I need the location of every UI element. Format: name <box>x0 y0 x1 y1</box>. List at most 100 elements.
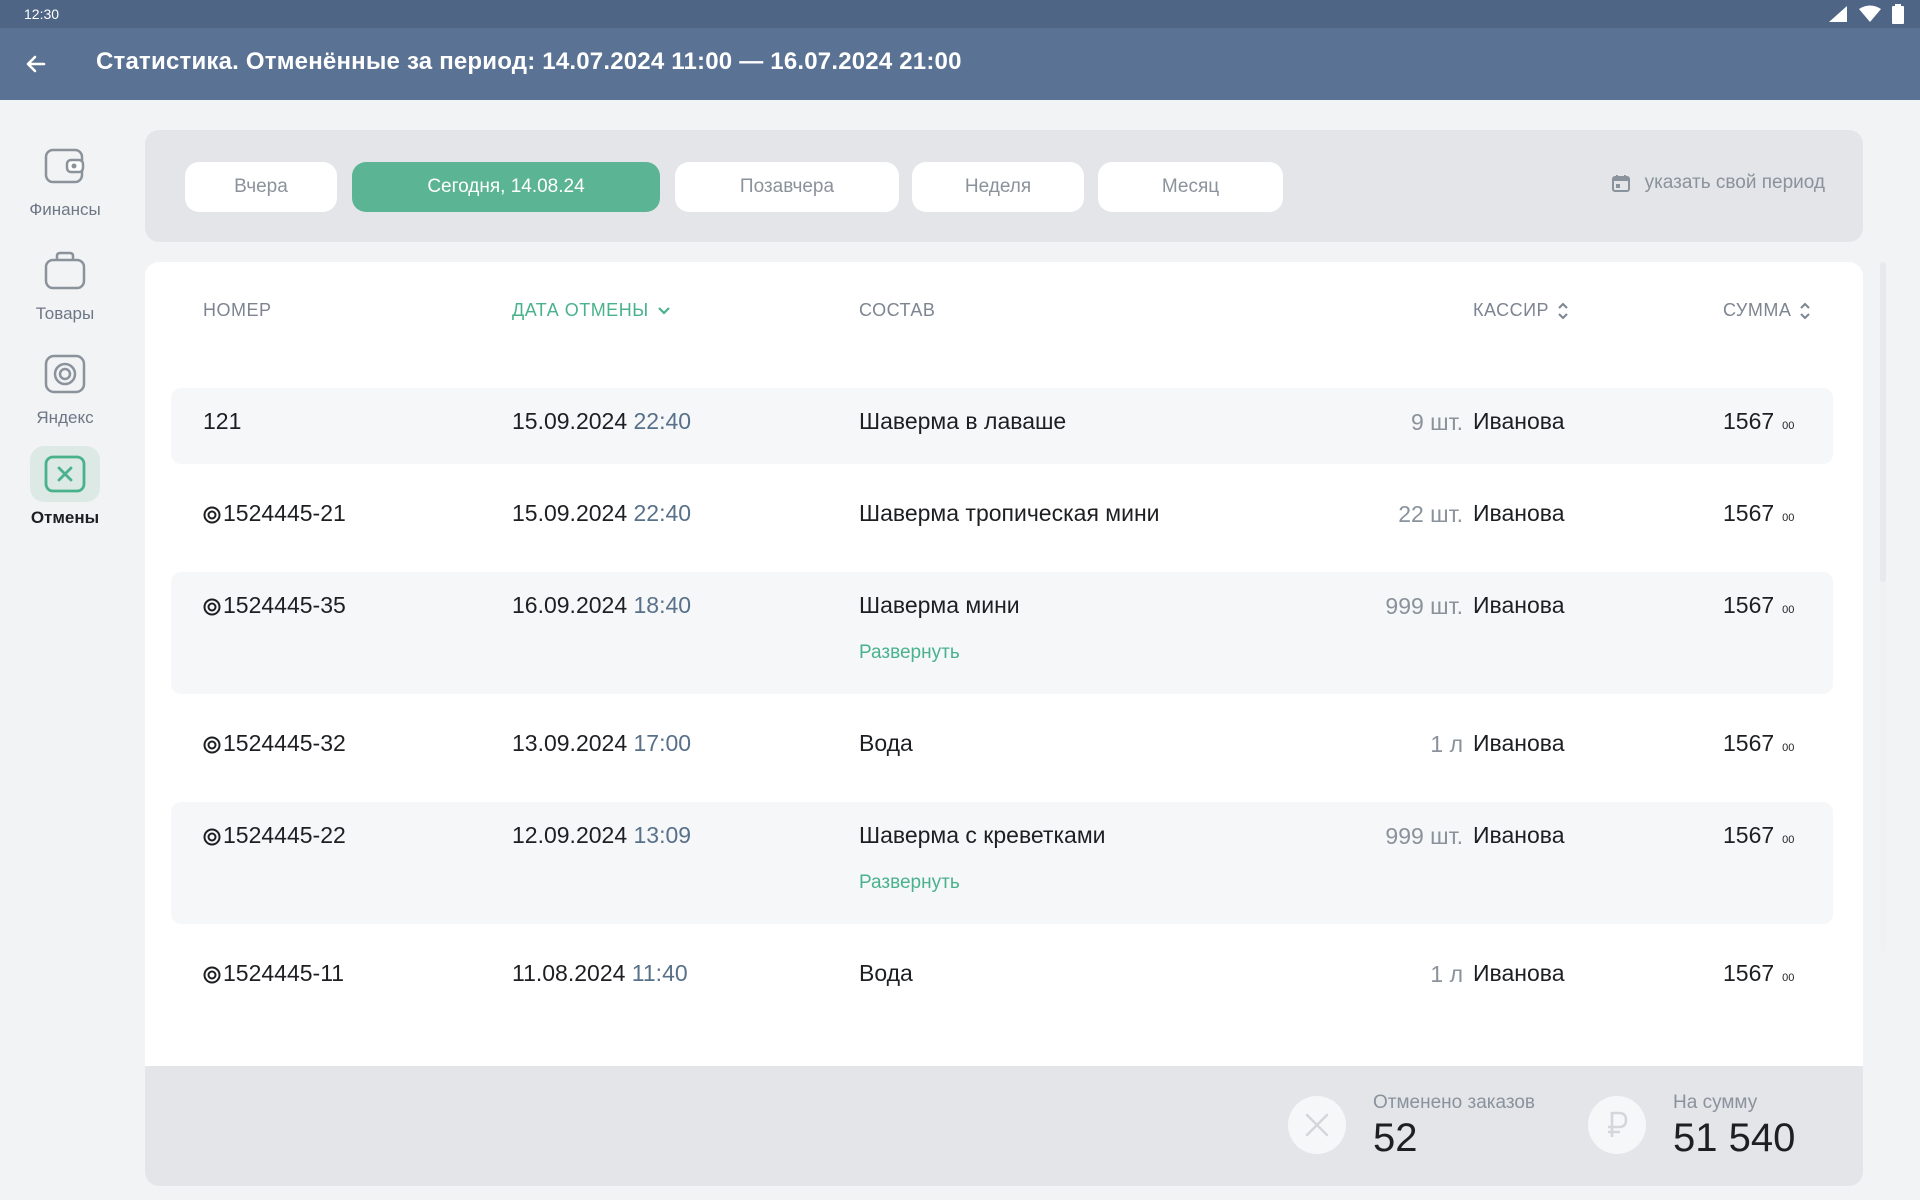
item-name: Шаверма мини <box>859 592 1020 618</box>
page-title: Статистика. Отменённые за период: 14.07.… <box>96 48 962 75</box>
order-number: 1524445-32 <box>203 730 346 757</box>
order-number: 1524445-11 <box>203 960 344 987</box>
sidebar-item-cancellations[interactable]: Отмены <box>20 446 110 528</box>
ruble-icon <box>1608 1111 1628 1137</box>
cancel-datetime: 13.09.2024 17:00 <box>512 730 691 757</box>
order-sum-kop: 00 <box>1782 420 1795 432</box>
header-items-label: СОСТАВ <box>859 300 936 320</box>
sidebar-item-yandex[interactable]: Яндекс <box>20 346 110 428</box>
order-sum: 1567 00 <box>1723 408 1794 435</box>
table-row[interactable]: 1524445-32 13.09.2024 17:00 Вода 1 л Иванова… <box>171 710 1833 786</box>
yandex-order-icon <box>203 736 221 754</box>
item-quantity: 999 шт. <box>1385 823 1463 849</box>
yandex-order-icon <box>203 828 221 846</box>
order-number: 1524445-35 <box>203 592 346 619</box>
cancel-time: 22:40 <box>633 500 692 526</box>
order-sum: 1567 00 <box>1723 592 1794 619</box>
cancel-datetime: 15.09.2024 22:40 <box>512 500 691 527</box>
item-name: Шаверма в лаваше <box>859 408 1067 434</box>
yandex-order-icon <box>203 506 221 524</box>
sidebar-item-label: Товары <box>35 304 95 323</box>
table-row[interactable]: 1524445-22 12.09.2024 13:09 Шаверма с крев… <box>171 802 1833 924</box>
expand-link[interactable]: Развернуть <box>859 872 960 894</box>
item-quantity: 1 л <box>1430 961 1463 987</box>
cancel-date: 15.09.2024 <box>512 408 628 434</box>
chip-yesterday[interactable]: Вчера <box>185 162 337 212</box>
header-sum-sort[interactable]: СУММА <box>1723 300 1811 321</box>
yandex-order-icon <box>203 598 221 616</box>
calendar-icon <box>1611 175 1630 192</box>
chevron-down-icon <box>657 306 670 315</box>
cancelled-count-label: Отменено заказов <box>1373 1092 1536 1113</box>
order-number: 1524445-21 <box>203 500 346 527</box>
bag-icon <box>44 251 86 290</box>
sidebar-icon-wrap <box>30 242 100 298</box>
chip-month[interactable]: Месяц <box>1098 162 1283 212</box>
cancel-time: 18:40 <box>633 592 692 618</box>
sidebar-icon-wrap <box>30 346 100 402</box>
chip-day-before-yesterday[interactable]: Позавчера <box>675 162 899 212</box>
cashier-name: Иванова <box>1473 592 1565 618</box>
order-sum: 1567 00 <box>1723 730 1794 757</box>
header-date-label: ДАТА ОТМЕНЫ <box>512 300 649 320</box>
table-header: НОМЕР ДАТА ОТМЕНЫ СОСТАВ КАССИР СУММА <box>145 262 1863 362</box>
cancel-time: 22:40 <box>633 408 692 434</box>
cashier-name: Иванова <box>1473 408 1565 434</box>
order-sum: 1567 00 <box>1723 822 1794 849</box>
chip-today[interactable]: Сегодня, 14.08.24 <box>352 162 660 212</box>
item-quantity: 1 л <box>1430 731 1463 757</box>
order-number-text: 1524445-35 <box>223 592 346 618</box>
cancel-date: 15.09.2024 <box>512 500 628 526</box>
header-cashier-sort[interactable]: КАССИР <box>1473 300 1569 321</box>
order-sum-kop: 00 <box>1782 742 1795 754</box>
cashier-name: Иванова <box>1473 500 1565 526</box>
cancelled-icon-circle <box>1288 1096 1346 1154</box>
order-number-text: 1524445-11 <box>223 960 345 986</box>
order-number-text: 1524445-22 <box>223 822 346 848</box>
order-sum-kop: 00 <box>1782 512 1795 524</box>
app-bar: Статистика. Отменённые за период: 14.07.… <box>0 28 1920 100</box>
cashier-name: Иванова <box>1473 822 1565 848</box>
status-time: 12:30 <box>24 6 60 22</box>
chip-week[interactable]: Неделя <box>912 162 1084 212</box>
sum-label: На сумму <box>1673 1092 1758 1113</box>
cancelled-count-value: 52 <box>1373 1116 1418 1160</box>
cancel-date: 11.08.2024 <box>512 960 626 986</box>
header-date-sort[interactable]: ДАТА ОТМЕНЫ <box>512 300 671 321</box>
cancel-time: 17:00 <box>633 730 692 756</box>
order-sum: 1567 00 <box>1723 500 1794 527</box>
custom-period-button[interactable]: указать свой период <box>1611 172 1825 194</box>
sidebar-item-goods[interactable]: Товары <box>20 242 110 324</box>
table-row[interactable]: 1524445-11 11.08.2024 11:40 Вода 1 л Иванова… <box>171 940 1833 1016</box>
order-sum-kop: 00 <box>1782 834 1795 846</box>
sidebar-item-label: Отмены <box>30 508 100 527</box>
item-quantity: 9 шт. <box>1410 409 1463 435</box>
back-button[interactable] <box>22 50 50 78</box>
order-sum-rub: 1567 <box>1723 500 1775 526</box>
header-sum-label: СУММА <box>1723 300 1792 320</box>
item-quantity: 999 шт. <box>1385 593 1463 619</box>
sidebar-item-finance[interactable]: Финансы <box>20 138 110 220</box>
table-row[interactable]: 1524445-35 16.09.2024 18:40 Шаверма мини 99… <box>171 572 1833 694</box>
cancellations-table: НОМЕР ДАТА ОТМЕНЫ СОСТАВ КАССИР СУММА 12… <box>145 262 1863 1186</box>
wifi-icon <box>1859 5 1881 22</box>
order-sum-rub: 1567 <box>1723 822 1775 848</box>
table-row[interactable]: 121 15.09.2024 22:40 Шаверма в лаваше 9 шт.… <box>171 388 1833 464</box>
order-number-text: 1524445-32 <box>223 730 346 756</box>
cancel-datetime: 11.08.2024 11:40 <box>512 960 688 987</box>
scrollbar-thumb[interactable] <box>1880 262 1886 582</box>
table-row[interactable]: 1524445-21 15.09.2024 22:40 Шаверма тропич… <box>171 480 1833 556</box>
wallet-icon <box>44 148 85 184</box>
order-number-text: 121 <box>203 408 242 434</box>
order-number: 1524445-22 <box>203 822 346 849</box>
period-selector: Вчера Сегодня, 14.08.24 Позавчера Неделя… <box>145 130 1863 242</box>
expand-link[interactable]: Развернуть <box>859 642 960 664</box>
item-name: Вода <box>859 730 913 756</box>
header-number-label: НОМЕР <box>203 300 272 320</box>
sum-value: 51 540 <box>1673 1116 1796 1160</box>
ruble-icon-circle <box>1588 1096 1646 1154</box>
header-number: НОМЕР <box>203 300 272 321</box>
header-cashier-label: КАССИР <box>1473 300 1550 320</box>
cancel-date: 13.09.2024 <box>512 730 628 756</box>
yandex-eda-icon <box>44 354 86 394</box>
